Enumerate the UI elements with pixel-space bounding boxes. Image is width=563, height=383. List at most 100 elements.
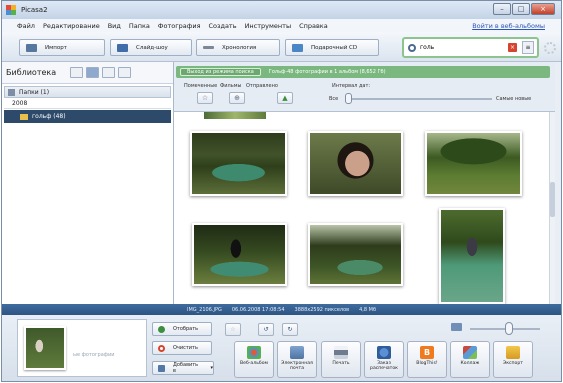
menu-help[interactable]: Справка [299,22,328,30]
photo-tray: ые фотографии Отобрать Очистить Добавить… [2,315,561,381]
movies-filter-button[interactable]: ⊕ [229,92,245,104]
filter-bar: Выход из режима поиска Гольф-48 фотограф… [174,62,555,112]
date-slider-track[interactable] [347,98,492,100]
collage-button[interactable]: Коллаж [450,341,490,378]
photo-thumbnail[interactable] [308,131,403,196]
chevron-down-icon: ▾ [210,365,213,371]
minimize-button[interactable]: – [493,3,511,15]
folders-group[interactable]: Папки (1) [4,86,171,98]
web-album-button[interactable]: Веб-альбом [234,341,274,378]
menu-folder[interactable]: Папка [129,22,150,30]
partial-photo-thumbnail[interactable] [204,112,266,119]
title-bar: Picasa2 – □ × [2,1,561,19]
gift-cd-button[interactable]: Подарочный CD [285,39,379,56]
starred-label: Помеченные [184,83,218,89]
close-button[interactable]: × [531,3,555,15]
loading-spinner-icon [544,42,556,54]
search-icon [408,43,416,52]
export-button[interactable]: Экспорт [493,341,533,378]
web-albums-signin-link[interactable]: Войти в веб-альбомы [472,22,545,30]
status-bar: IMG_2106.JPG 06.06.2008 17:08:54 3888x25… [2,304,561,315]
thumbnail-size-handle[interactable] [505,322,513,335]
rotate-right-button[interactable]: ↻ [282,323,298,336]
timeline-icon [203,46,214,49]
printer-icon [334,346,348,359]
movies-label: Фильмы [220,83,242,89]
flat-view-icon[interactable] [102,67,116,78]
export-folder-icon [506,346,520,359]
menu-edit[interactable]: Редактирование [43,22,100,30]
date-slider-all-label: Все [329,96,339,102]
search-results-bar: Выход из режима поиска Гольф-48 фотограф… [176,66,550,78]
search-options-button[interactable]: ≡ [522,41,534,54]
menu-tools[interactable]: Инструменты [245,22,292,30]
grid-scrollbar-thumb[interactable] [550,182,555,217]
menu-bar: Файл Редактирование Вид Папка Фотография… [2,19,561,32]
selection-tray: ые фотографии [17,319,147,377]
hold-button[interactable]: Отобрать [152,322,212,336]
search-results-info: Гольф-48 фотографии в 1 альбом (8,652 Гб… [268,69,386,75]
clear-tray-button[interactable]: Очистить [152,341,212,355]
thumbnail-size-icon [451,323,462,331]
email-button[interactable]: Электронная почта [277,341,317,378]
picasa-window: Picasa2 – □ × Файл Редактирование Вид Па… [1,0,562,382]
rotate-left-button[interactable]: ↺ [258,323,274,336]
hold-icon [158,325,165,333]
folders-icon [8,88,15,96]
year-group[interactable]: 2008 [4,98,171,109]
add-to-button[interactable]: Добавить в ▾ [152,361,214,375]
add-folder-icon[interactable] [70,67,84,78]
album-icon [158,364,165,372]
clear-icon [158,344,165,352]
search-input[interactable] [420,44,500,51]
maximize-button[interactable]: □ [512,3,530,15]
date-slider-handle[interactable] [345,93,352,104]
print-button[interactable]: Печать [321,341,361,378]
collage-icon [463,346,477,359]
date-slider-newest-label: Самые новые [496,96,532,102]
tree-view-icon[interactable] [86,67,100,78]
status-filename: IMG_2106.JPG [187,306,222,313]
sort-dropdown-icon[interactable] [118,67,132,78]
menu-view[interactable]: Вид [108,22,121,30]
menu-file[interactable]: Файл [17,22,35,30]
play-icon [117,43,128,52]
email-icon [290,346,304,359]
photo-thumbnail[interactable] [192,223,287,286]
uploaded-label: Отправлено [246,83,278,89]
blogger-icon: B [420,346,434,359]
starred-filter-button[interactable]: ☆ [197,92,213,104]
photo-thumbnail[interactable] [425,131,522,196]
clear-search-button[interactable]: × [508,43,517,52]
camera-import-icon [26,43,37,52]
timeline-button[interactable]: Хронология [196,39,280,56]
cd-icon [292,43,303,52]
order-prints-icon [377,346,391,359]
star-button[interactable]: ☆ [225,323,241,336]
order-prints-button[interactable]: Заказ распечаток [364,341,404,378]
exit-search-button[interactable]: Выход из режима поиска [180,68,261,76]
slideshow-button[interactable]: Слайд-шоу [110,39,192,56]
folder-icon [20,113,28,120]
status-dimensions: 3888x2592 пикселов [294,306,350,313]
window-title: Picasa2 [21,6,48,14]
blogthis-button[interactable]: B BlogThis! [407,341,447,378]
menu-picture[interactable]: Фотография [158,22,201,30]
date-range-label: Интервал дат: [332,83,371,89]
photo-thumbnail[interactable] [190,131,287,196]
menu-create[interactable]: Создать [208,22,236,30]
album-item-golf[interactable]: гольф (48) [4,110,171,123]
library-panel: Библиотека Папки (1) 2008 гольф (48) [2,62,174,304]
uploaded-filter-button[interactable]: ▲ [277,92,293,104]
tray-hint-text: ые фотографии [73,352,115,358]
photo-thumbnail[interactable] [308,223,403,286]
photo-grid [174,112,549,304]
web-album-icon [247,346,261,359]
photo-thumbnail[interactable] [439,208,505,304]
status-size: 4,8 Мб [359,306,377,313]
grid-scrollbar[interactable] [549,112,555,304]
tray-photo-thumbnail[interactable] [24,326,66,370]
library-title: Библиотека [6,68,57,77]
search-box: × ≡ [402,37,539,58]
import-button[interactable]: Импорт [19,39,105,56]
